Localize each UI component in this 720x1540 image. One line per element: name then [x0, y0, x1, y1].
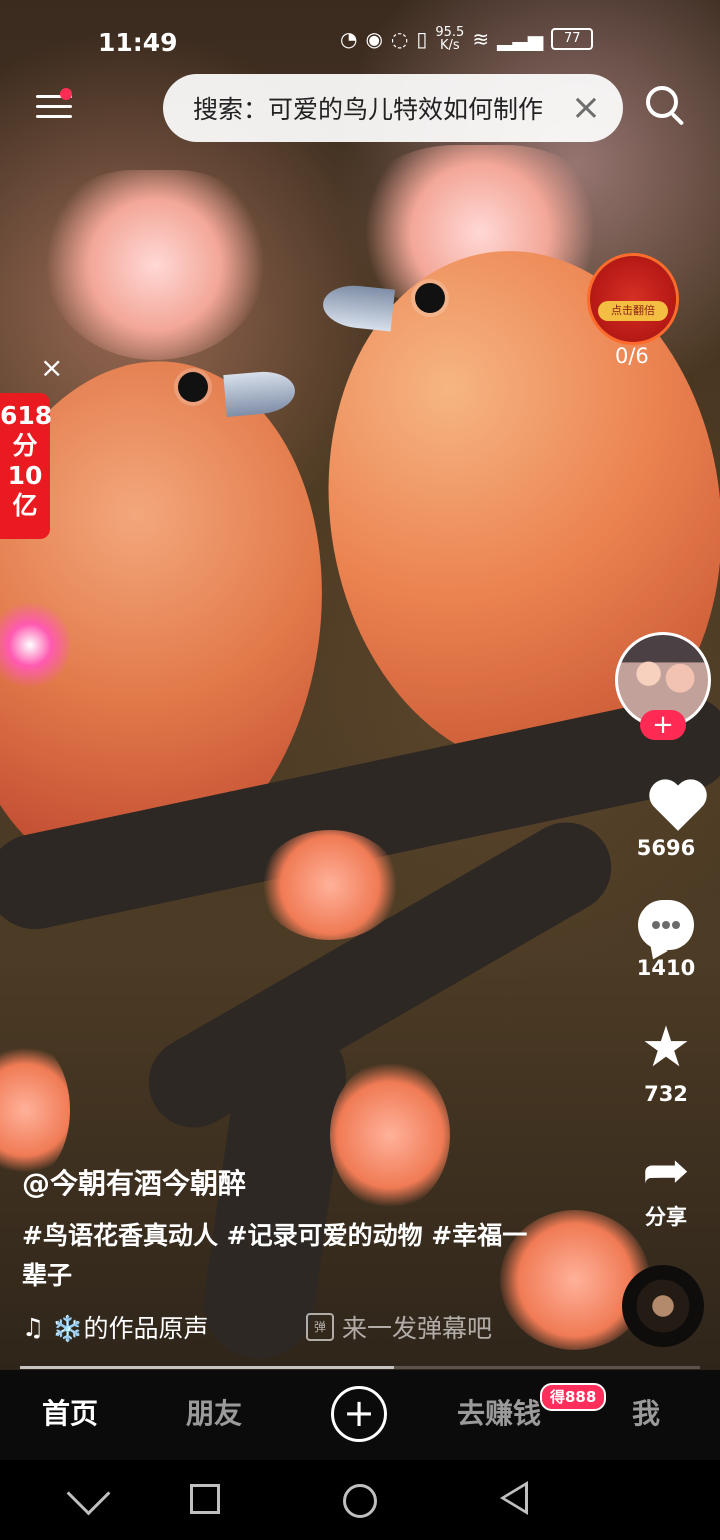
phone-hd-icon: ◔	[340, 27, 358, 51]
vibration-icon: ▯	[416, 27, 428, 51]
comment-count: 1410	[636, 956, 696, 980]
share-label: 分享	[645, 1205, 687, 1229]
eye-icon: ◉	[365, 27, 383, 51]
danmaku-input[interactable]: 弹 来一发弹幕吧	[306, 1309, 492, 1345]
flower-decoration	[0, 1040, 70, 1180]
nav-me[interactable]: 我	[632, 1392, 660, 1432]
favorite-button[interactable]: ★ 732	[634, 1015, 698, 1107]
battery-icon: 77	[551, 28, 594, 50]
video-progress-fill	[20, 1366, 394, 1369]
left-bird-eye	[178, 372, 208, 402]
home-button[interactable]	[343, 1484, 377, 1518]
menu-line	[36, 115, 72, 118]
status-bar: 11:49 ◔ ◉ ◌ ▯ 95.5 K/s ≋ ▂▃▅ 77	[0, 18, 720, 68]
recent-apps-button[interactable]	[190, 1484, 220, 1514]
promo-line: 618	[0, 401, 53, 430]
danmaku-placeholder: 来一发弹幕吧	[342, 1314, 493, 1343]
left-bird-beak	[223, 369, 297, 417]
promo-line: 分	[12, 431, 38, 460]
status-time: 11:49	[98, 28, 178, 57]
right-bird-eye	[415, 283, 445, 313]
reward-button[interactable]: 点击翻倍	[590, 256, 676, 342]
menu-line	[36, 105, 72, 108]
nav-friends[interactable]: 朋友	[186, 1392, 242, 1432]
music-note-icon: ♫	[22, 1312, 45, 1342]
flower-decoration	[260, 830, 400, 940]
share-icon: ➦	[642, 1141, 690, 1201]
comment-button[interactable]: 1410	[634, 900, 698, 980]
reward-label: 点击翻倍	[598, 301, 668, 321]
flower-decoration	[330, 1060, 450, 1210]
collapse-icon[interactable]	[66, 1471, 111, 1516]
star-icon: ★	[640, 1015, 692, 1080]
post-caption[interactable]: #鸟语花香真动人 #记录可爱的动物 #幸福一辈子	[22, 1216, 532, 1296]
like-button[interactable]: 5696	[634, 782, 698, 860]
status-icons: ◔ ◉ ◌ ▯ 95.5 K/s ≋ ▂▃▅ 77	[340, 25, 594, 53]
create-button[interactable]: +	[331, 1386, 387, 1442]
danmaku-icon: 弹	[306, 1313, 334, 1341]
promo-line: 亿	[12, 491, 38, 520]
comment-icon	[638, 900, 694, 950]
music-info[interactable]: ♫ ❄️的作品原声	[22, 1309, 209, 1345]
promo-line: 10	[7, 461, 43, 490]
signal-icon: ▂▃▅	[497, 27, 544, 51]
alarm-icon: ◌	[390, 27, 409, 51]
earn-badge: 得888	[540, 1383, 607, 1411]
wifi-icon: ≋	[472, 27, 490, 51]
search-text: 搜索：可爱的鸟儿特效如何制作	[193, 95, 544, 124]
bottom-navigation: 首页 朋友 + 去赚钱 得888 我	[0, 1370, 720, 1460]
system-navigation-bar	[0, 1460, 720, 1540]
back-button[interactable]	[500, 1481, 528, 1515]
notification-dot	[60, 88, 72, 100]
share-button[interactable]: ➦ 分享	[634, 1145, 698, 1231]
author-name[interactable]: @今朝有酒今朝醉	[22, 1162, 246, 1202]
search-icon[interactable]	[646, 86, 678, 118]
favorite-count: 732	[644, 1082, 688, 1106]
promo-618-banner[interactable]: 618 分 10 亿	[0, 393, 53, 539]
network-speed: 95.5 K/s	[435, 25, 465, 53]
video-progress[interactable]	[20, 1366, 700, 1369]
nav-home[interactable]: 首页	[42, 1392, 98, 1432]
music-title: ❄️的作品原声	[52, 1314, 209, 1343]
reward-progress: 0/6	[615, 344, 649, 368]
follow-button[interactable]: +	[640, 710, 686, 740]
left-bird-crest	[45, 170, 265, 360]
search-bar[interactable]: 搜索：可爱的鸟儿特效如何制作 ×	[163, 74, 623, 142]
right-bird-beak	[320, 282, 396, 332]
promo-close-button[interactable]: ×	[40, 351, 63, 384]
nav-earn[interactable]: 去赚钱	[457, 1392, 541, 1432]
music-disc[interactable]	[622, 1265, 704, 1347]
search-close-button[interactable]: ×	[571, 87, 601, 128]
